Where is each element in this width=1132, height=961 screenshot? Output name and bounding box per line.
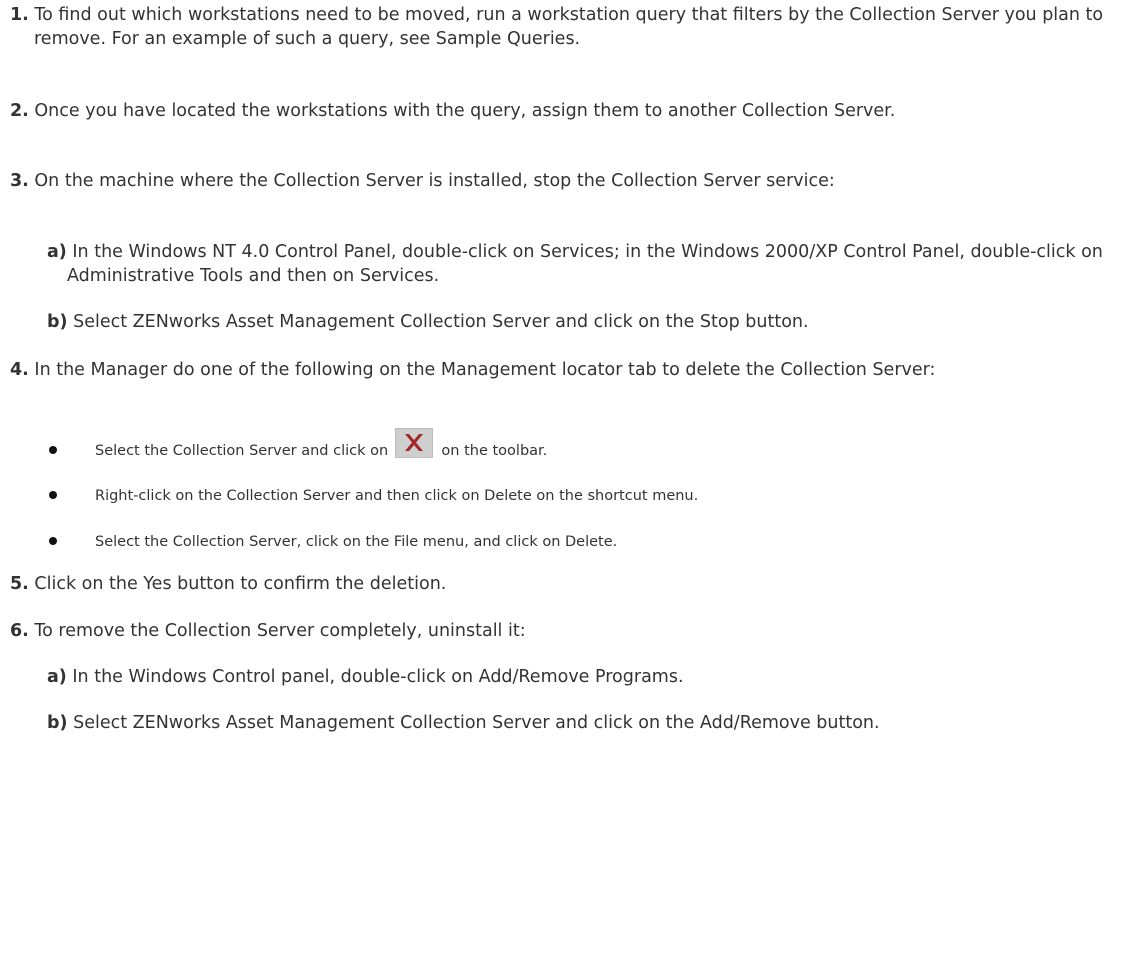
bullet-text: Right-click on the Collection Server and… — [95, 488, 699, 504]
bullet-text-after: on the toolbar. — [441, 443, 548, 459]
step-number: 3. — [10, 171, 29, 191]
step-3: 3. On the machine where the Collection S… — [10, 169, 1125, 193]
substep-text: Select ZENworks Asset Management Collect… — [73, 312, 809, 332]
step-6: 6. To remove the Collection Server compl… — [10, 619, 1125, 643]
step-number: 2. — [10, 101, 29, 121]
substep-text: Select ZENworks Asset Management Collect… — [73, 713, 880, 733]
substep-6a: a) In the Windows Control panel, double-… — [47, 665, 1127, 689]
substep-6b: b) Select ZENworks Asset Management Coll… — [47, 711, 1127, 735]
bullet-item-1: Select the Collection Server and click o… — [47, 428, 1107, 466]
step-text: To remove the Collection Server complete… — [34, 621, 526, 641]
step-text: Once you have located the workstations w… — [34, 101, 896, 121]
bullet-icon — [49, 537, 57, 545]
substep-letter: b) — [47, 312, 68, 332]
bullet-text-before: Select the Collection Server and click o… — [95, 443, 389, 459]
step-4: 4. In the Manager do one of the followin… — [10, 358, 1125, 382]
substep-text: In the Windows NT 4.0 Control Panel, dou… — [67, 242, 1103, 286]
step-text: Click on the Yes button to confirm the d… — [34, 574, 447, 594]
step-number: 5. — [10, 574, 29, 594]
step-number: 1. — [10, 5, 29, 25]
substep-3a: a) In the Windows NT 4.0 Control Panel, … — [47, 240, 1127, 288]
step-text: On the machine where the Collection Serv… — [34, 171, 835, 191]
substep-text: In the Windows Control panel, double-cli… — [72, 667, 684, 687]
substep-letter: b) — [47, 713, 68, 733]
step-text: To find out which workstations need to b… — [34, 5, 1104, 49]
delete-x-icon[interactable] — [394, 428, 433, 458]
step-5: 5. Click on the Yes button to confirm th… — [10, 572, 1125, 596]
substep-3b: b) Select ZENworks Asset Management Coll… — [47, 310, 1127, 334]
step-2: 2. Once you have located the workstation… — [10, 99, 1125, 123]
bullet-icon — [49, 446, 57, 454]
bullet-item-3: Select the Collection Server, click on t… — [47, 531, 1107, 553]
step-number: 6. — [10, 621, 29, 641]
step-number: 4. — [10, 360, 29, 380]
substep-letter: a) — [47, 667, 67, 687]
substep-letter: a) — [47, 242, 67, 262]
bullet-text: Select the Collection Server, click on t… — [95, 534, 618, 550]
step-1: 1. To find out which workstations need t… — [10, 3, 1125, 51]
step-text: In the Manager do one of the following o… — [34, 360, 936, 380]
bullet-item-2: Right-click on the Collection Server and… — [47, 485, 1107, 507]
document-page: 1. To find out which workstations need t… — [0, 0, 1132, 961]
bullet-icon — [49, 491, 57, 499]
